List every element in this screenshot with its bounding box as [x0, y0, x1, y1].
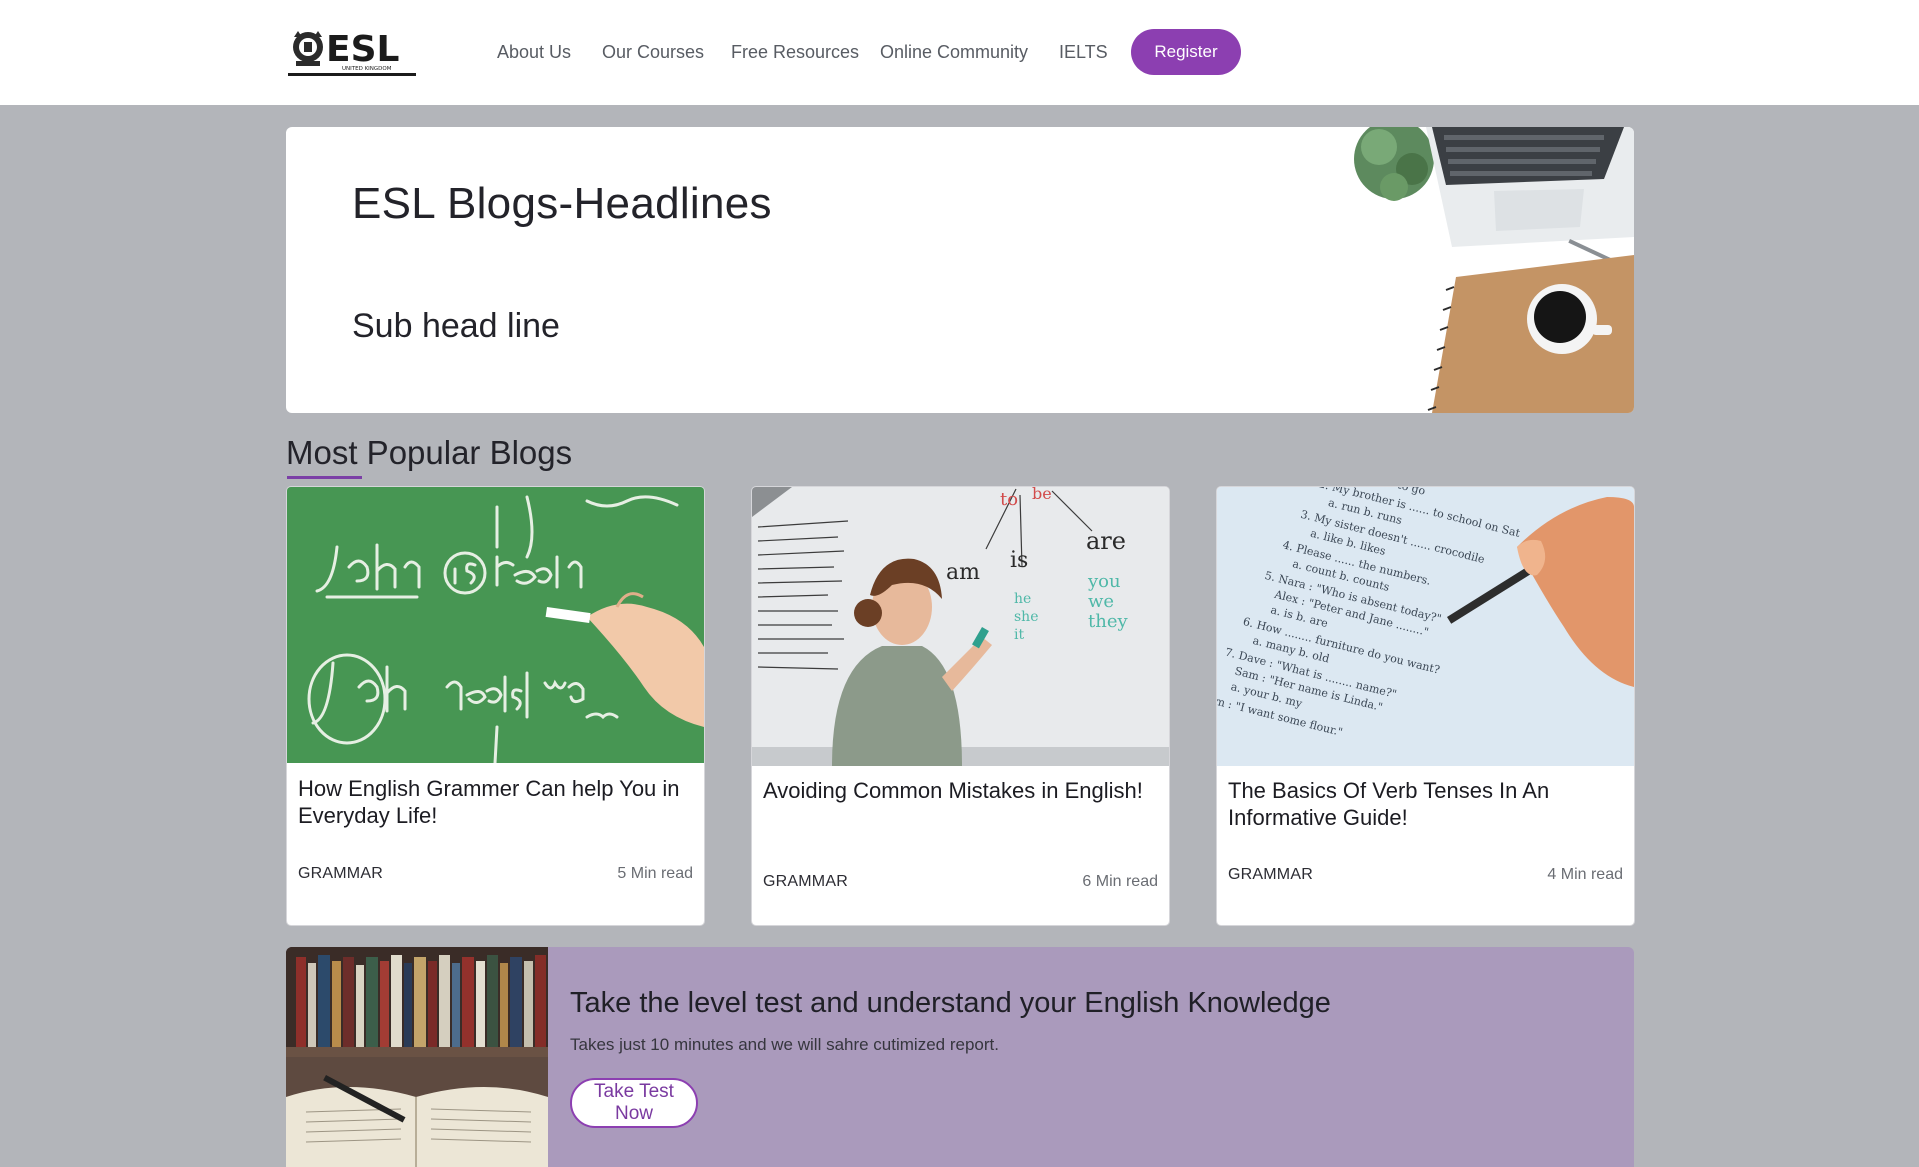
top-navigation-bar: ESL UNITED KINGDOM About Us Our Courses …: [0, 0, 1919, 105]
level-test-banner: Take the level test and understand your …: [286, 947, 1634, 1167]
svg-text:you: you: [1087, 571, 1121, 592]
section-title-underline: [287, 476, 362, 479]
plant-icon: [1354, 127, 1434, 201]
level-test-subtitle: Takes just 10 minutes and we will sahre …: [570, 1035, 999, 1054]
register-button[interactable]: Register: [1131, 29, 1241, 75]
svg-text:she: she: [1014, 609, 1039, 625]
nav-ielts[interactable]: IELTS: [1059, 42, 1108, 63]
esl-logo[interactable]: ESL UNITED KINGDOM: [288, 25, 416, 79]
crest-icon: [293, 31, 323, 66]
blog-card-title[interactable]: How English Grammer Can help You in Ever…: [298, 775, 693, 829]
blog-card[interactable]: How English Grammer Can help You in Ever…: [286, 486, 705, 926]
svg-text:it: it: [1014, 627, 1024, 643]
nav-about-us[interactable]: About Us: [497, 42, 571, 63]
section-title: Most Popular Blogs: [286, 434, 573, 471]
blog-card-read-time: 6 Min read: [1082, 873, 1158, 890]
blog-card[interactable]: to be am is are he she it you we they Av…: [751, 486, 1170, 926]
books-image: [286, 947, 548, 1167]
laptop-icon: [1426, 127, 1634, 247]
logo-subtext: UNITED KINGDOM: [342, 66, 392, 72]
blog-card-category: GRAMMAR: [763, 873, 848, 890]
nav-free-resources[interactable]: Free Resources: [731, 42, 859, 63]
svg-text:am: am: [946, 560, 980, 585]
take-test-button[interactable]: Take Test Now: [570, 1078, 698, 1128]
level-test-title: Take the level test and understand your …: [570, 987, 1331, 1019]
whiteboard-teacher-image: to be am is are he she it you we they: [752, 487, 1169, 766]
bookshelf-icon: [286, 947, 548, 1057]
nav-our-courses[interactable]: Our Courses: [602, 42, 704, 63]
blog-card-category: GRAMMAR: [1228, 866, 1313, 883]
nav-online-community[interactable]: Online Community: [880, 42, 1028, 63]
worksheet-image: a. goes b. to go 2. My brother is ......…: [1217, 487, 1634, 766]
svg-text:he: he: [1014, 591, 1031, 607]
svg-text:they: they: [1088, 611, 1128, 632]
svg-text:is: is: [1010, 548, 1028, 573]
hero-banner: ESL Blogs-Headlines Sub head line: [286, 127, 1634, 413]
page-subtitle: Sub head line: [352, 307, 560, 345]
blog-card-category: GRAMMAR: [298, 865, 383, 882]
blog-card-read-time: 5 Min read: [617, 865, 693, 882]
svg-text:be: be: [1032, 487, 1052, 503]
svg-text:are: are: [1086, 527, 1126, 555]
page-title: ESL Blogs-Headlines: [352, 179, 772, 228]
desk-illustration: [1354, 127, 1634, 413]
blog-card-title[interactable]: The Basics Of Verb Tenses In An Informat…: [1228, 777, 1623, 831]
blog-card-title[interactable]: Avoiding Common Mistakes in English!: [763, 777, 1158, 804]
blog-card-read-time: 4 Min read: [1547, 866, 1623, 883]
chalkboard-image: [287, 487, 704, 763]
svg-text:to: to: [1000, 489, 1018, 510]
logo-text: ESL: [326, 29, 399, 70]
svg-text:we: we: [1088, 591, 1114, 612]
blog-card[interactable]: a. goes b. to go 2. My brother is ......…: [1216, 486, 1635, 926]
